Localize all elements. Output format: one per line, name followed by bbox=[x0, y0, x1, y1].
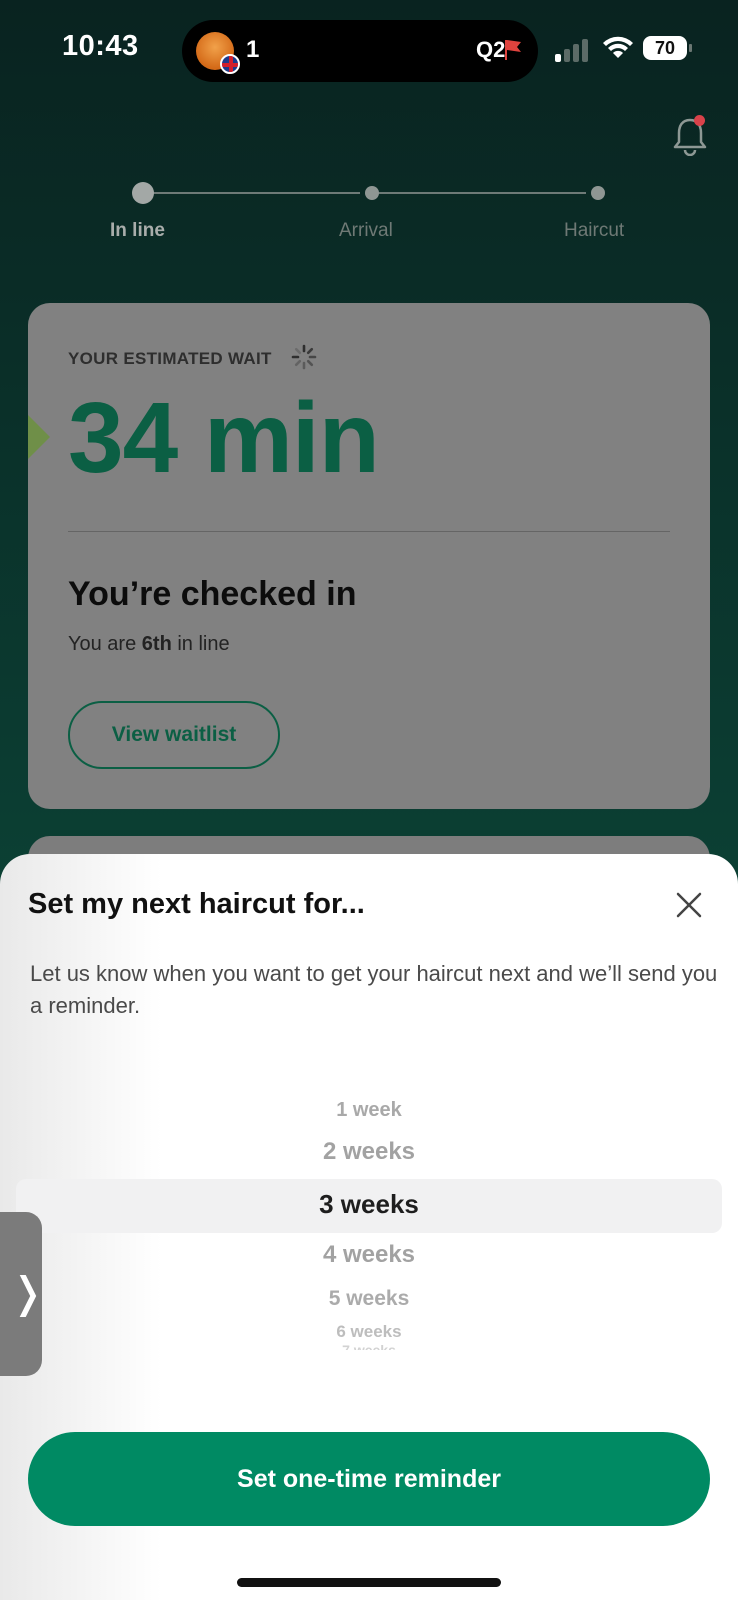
stepper-line-1 bbox=[152, 192, 360, 194]
picker-option-3-weeks[interactable]: 3 weeks bbox=[0, 1189, 738, 1220]
stepper-line-2 bbox=[378, 192, 586, 194]
queue-position-suffix: in line bbox=[171, 633, 230, 655]
picker-option-6-weeks[interactable]: 6 weeks bbox=[0, 1322, 738, 1342]
reminder-bottom-sheet: Set my next haircut for... Let us know w… bbox=[0, 854, 738, 1600]
picker-option-2-weeks[interactable]: 2 weeks bbox=[0, 1138, 738, 1166]
picker-option-1-week[interactable]: 1 week bbox=[0, 1099, 738, 1122]
home-indicator[interactable] bbox=[237, 1578, 501, 1587]
notification-dot bbox=[694, 115, 705, 126]
uk-flag-icon bbox=[220, 54, 240, 74]
picker-option-4-weeks[interactable]: 4 weeks bbox=[0, 1241, 738, 1269]
status-time: 10:43 bbox=[62, 30, 139, 62]
step-dot-arrival bbox=[365, 186, 379, 200]
sheet-description: Let us know when you want to get your ha… bbox=[30, 961, 718, 1018]
checked-in-title: You’re checked in bbox=[68, 575, 357, 613]
card-arrow-marker bbox=[28, 415, 50, 459]
red-flag-icon bbox=[505, 40, 521, 60]
signal-icon bbox=[555, 36, 595, 62]
island-count: 1 bbox=[246, 36, 260, 63]
island-label: Q2 bbox=[476, 37, 506, 62]
estimated-wait-label: YOUR ESTIMATED WAIT bbox=[68, 349, 272, 368]
queue-position: 6th bbox=[141, 633, 172, 655]
battery-tip bbox=[689, 44, 692, 52]
spinner-icon bbox=[291, 344, 317, 370]
view-waitlist-button[interactable]: View waitlist bbox=[68, 701, 280, 769]
side-expand-tab[interactable]: ❭ bbox=[0, 1212, 46, 1376]
queue-position-text: You are 6th in line bbox=[68, 633, 230, 656]
chevron-right-icon: ❭ bbox=[10, 1269, 46, 1316]
picker-option-7-weeks[interactable]: 7 weeks bbox=[0, 1342, 738, 1350]
queue-position-prefix: You are bbox=[68, 633, 142, 655]
card-divider bbox=[68, 531, 670, 532]
estimated-wait-value: 34 min bbox=[68, 382, 380, 494]
step-dot-haircut bbox=[591, 186, 605, 200]
wait-card: YOUR ESTIMATED WAIT 34 min You’re checke… bbox=[28, 303, 710, 809]
battery-icon: 70 bbox=[643, 36, 687, 60]
sheet-title: Set my next haircut for... bbox=[28, 888, 365, 920]
step-label-in-line: In line bbox=[110, 220, 165, 241]
picker-option-5-weeks[interactable]: 5 weeks bbox=[0, 1287, 738, 1311]
step-label-arrival: Arrival bbox=[339, 220, 393, 241]
app-screen: 10:43 1 Q2 70 In line Arrival Haircut YO… bbox=[0, 0, 738, 1600]
step-label-haircut: Haircut bbox=[564, 220, 625, 241]
dynamic-island[interactable]: 1 Q2 bbox=[182, 20, 538, 82]
step-dot-in-line bbox=[132, 182, 154, 204]
close-icon[interactable] bbox=[674, 890, 704, 920]
set-reminder-button[interactable]: Set one-time reminder bbox=[28, 1432, 710, 1526]
wifi-icon bbox=[603, 36, 633, 58]
